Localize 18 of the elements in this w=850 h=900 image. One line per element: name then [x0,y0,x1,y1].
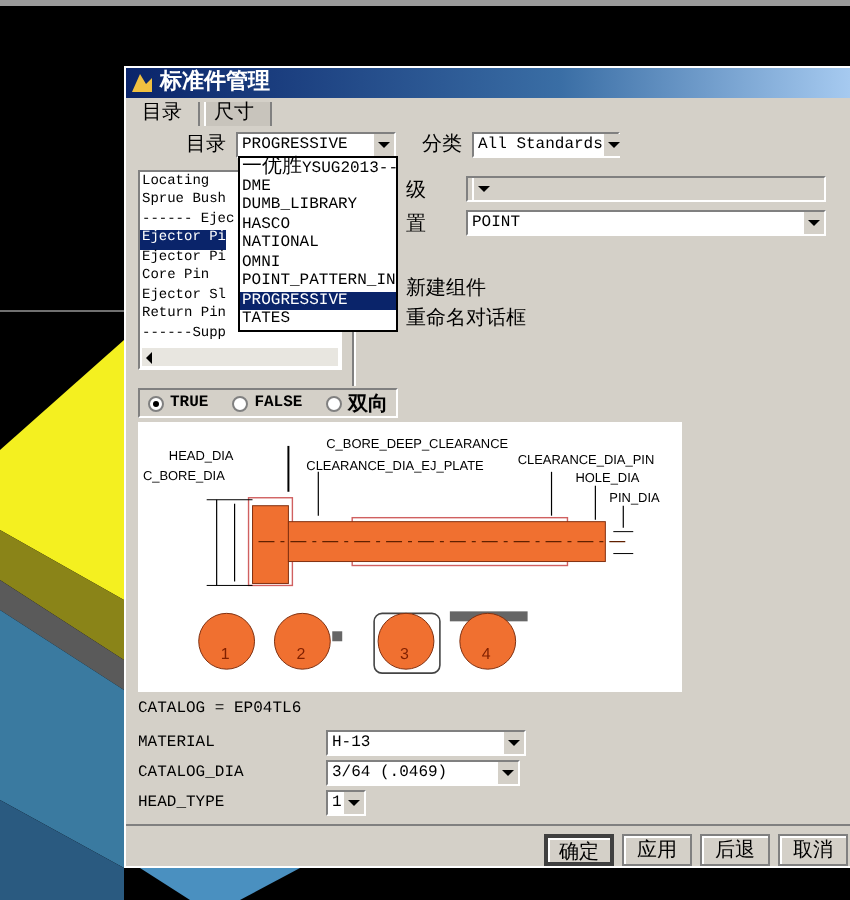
position-number: 3 [400,646,409,665]
parameter-label: CATALOG_DIA [138,764,246,783]
catalog-text: CATALOG = EP04TL6 [138,698,304,723]
position-number: 2 [296,646,306,665]
radio-label: 双向 [348,391,389,418]
position-number: 1 [220,646,230,665]
option-label: 重命名对话框 [406,307,528,332]
position-number: 4 [481,646,491,665]
radio-label: TRUE [170,394,209,413]
field-label: 置 [406,211,426,238]
parameter-label: HEAD_TYPE [138,794,227,813]
field-label: 级 [406,177,426,204]
field-label: 分类 [422,131,462,159]
option-label: 新建组件 [406,277,488,302]
field-label: 目录 [186,132,226,159]
parameter-label: MATERIAL [138,734,217,753]
window-title: 标准件管理 [160,68,270,97]
radio-label: FALSE [254,394,303,413]
